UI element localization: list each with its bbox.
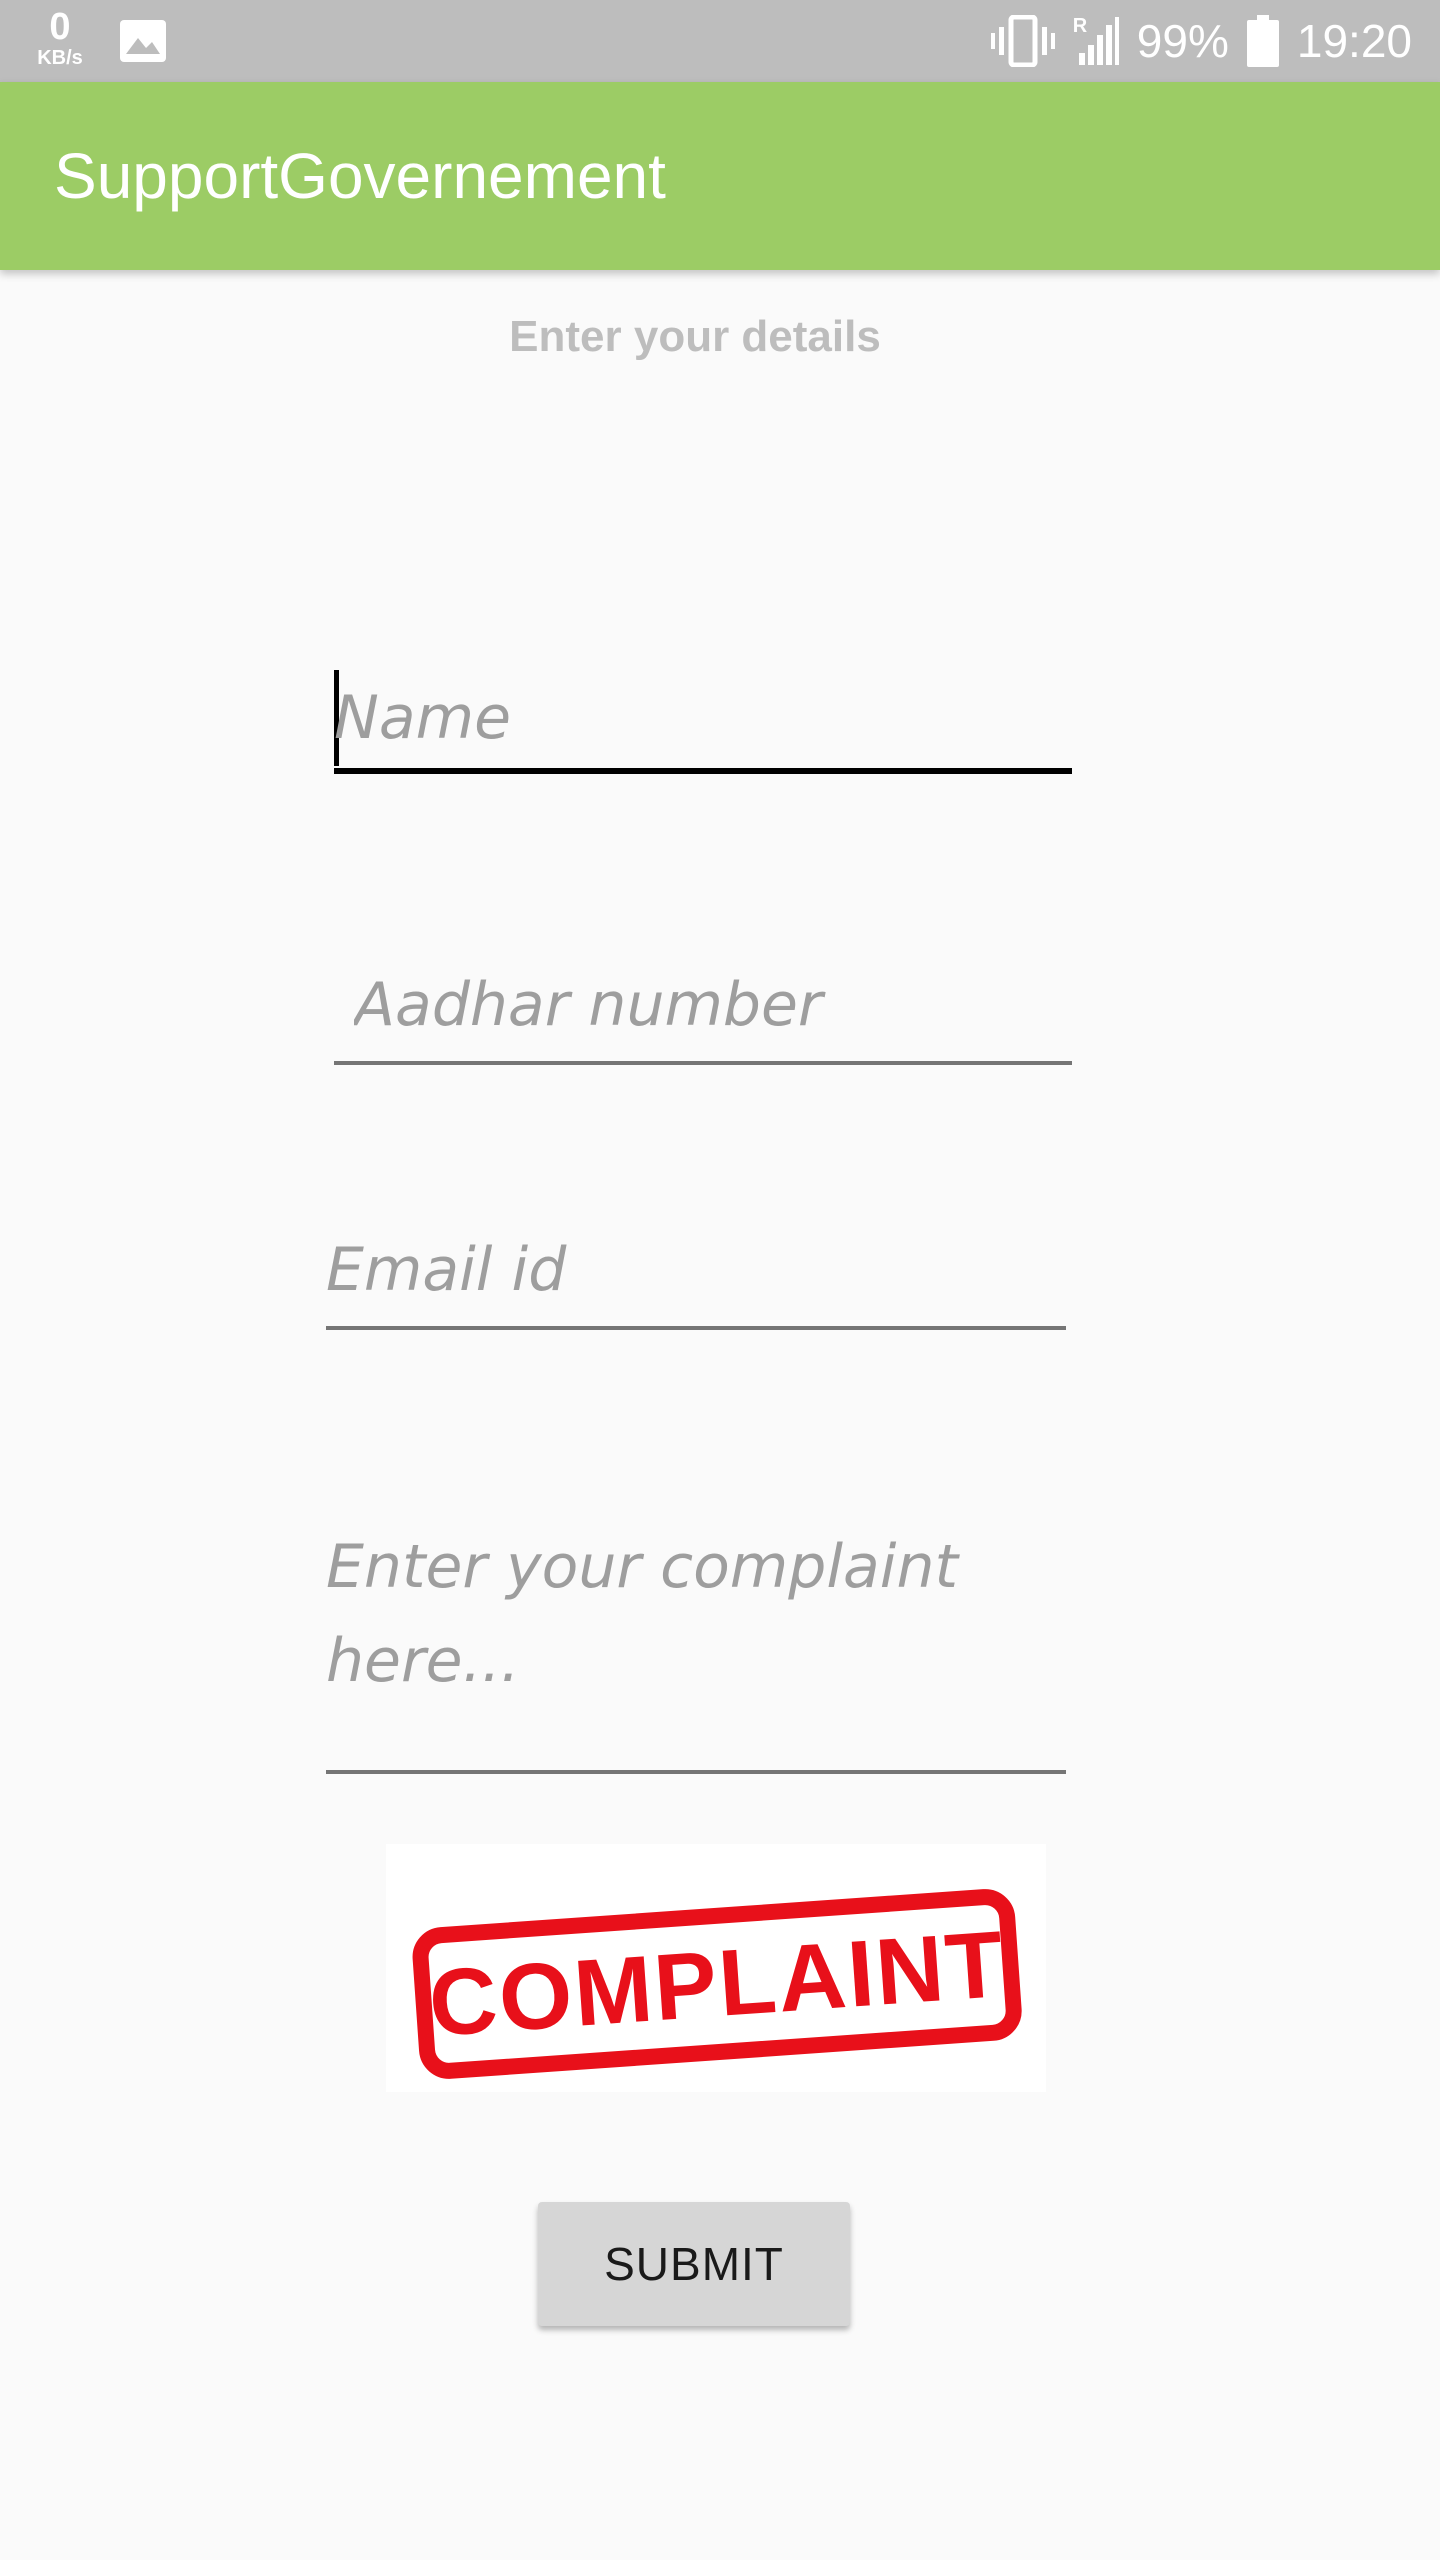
network-speed-unit: KB/s	[37, 47, 83, 69]
aadhar-input[interactable]	[354, 965, 1054, 1045]
app-title: SupportGovernement	[54, 140, 666, 212]
image-icon	[120, 20, 166, 62]
email-field[interactable]	[326, 1220, 1066, 1330]
signal-icon: R	[1073, 15, 1119, 67]
submit-button[interactable]: SUBMIT	[538, 2202, 850, 2326]
complaint-underline	[326, 1770, 1066, 1774]
aadhar-field[interactable]	[334, 955, 1072, 1065]
name-input[interactable]	[334, 678, 1072, 758]
battery-percent: 99%	[1136, 15, 1229, 67]
name-field[interactable]	[334, 660, 1072, 774]
network-speed-indicator: 0 KB/s	[28, 8, 92, 68]
complaint-stamp-image: COMPLAINT	[386, 1844, 1046, 2092]
battery-icon	[1246, 15, 1279, 67]
complaint-field[interactable]	[326, 1510, 1066, 1774]
network-speed-value: 0	[49, 6, 71, 48]
email-underline	[326, 1326, 1066, 1330]
clock: 19:20	[1296, 15, 1412, 67]
complaint-input[interactable]	[326, 1520, 1066, 1740]
aadhar-underline	[334, 1061, 1072, 1065]
app-bar: SupportGovernement	[0, 82, 1440, 270]
name-underline	[334, 768, 1072, 774]
complaint-stamp-graphic: COMPLAINT	[412, 1889, 1022, 2079]
status-bar: 0 KB/s R 99% 19:20	[0, 0, 1440, 82]
vibrate-icon	[990, 15, 1055, 67]
status-icons: R 99% 19:20	[990, 0, 1412, 82]
email-input[interactable]	[326, 1230, 1066, 1310]
form-subtitle: Enter your details	[509, 312, 881, 361]
screen: 0 KB/s R 99% 19:20 SupportGovernement En…	[0, 0, 1440, 2560]
